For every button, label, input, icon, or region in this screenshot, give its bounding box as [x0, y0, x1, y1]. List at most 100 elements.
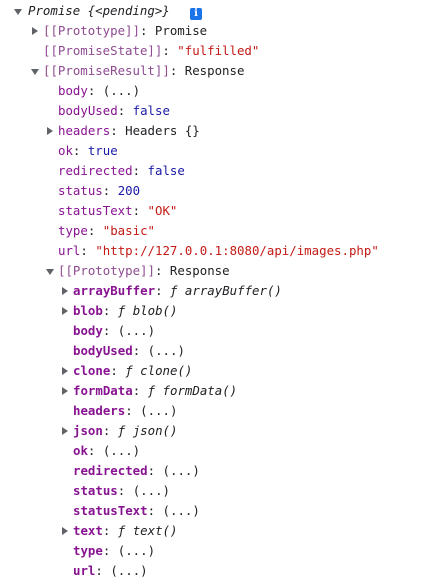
separator: : [117, 483, 133, 498]
proto-value[interactable]: (...) [103, 443, 140, 458]
collapse-arrow-icon[interactable] [60, 521, 70, 541]
info-icon[interactable]: i [186, 1, 202, 21]
proto-value[interactable]: (...) [148, 343, 185, 358]
prototype-value: Response [169, 263, 230, 278]
proto-row-redirected: redirected: (...) [0, 461, 439, 481]
proto-row-status: status: (...) [0, 481, 439, 501]
promise-state-value: "fulfilled" [177, 43, 260, 58]
proto-value[interactable]: (...) [110, 563, 147, 578]
prop-row-status: status: 200 [0, 181, 439, 201]
separator: : [87, 223, 103, 238]
function-icon: ƒ [147, 383, 156, 398]
promise-result-row[interactable]: [[PromiseResult]]: Response [0, 61, 439, 81]
separator: : [102, 543, 118, 558]
separator: : [102, 523, 118, 538]
proto-key: redirected [73, 463, 148, 478]
expand-arrow-icon[interactable] [30, 61, 40, 81]
separator: : [125, 403, 141, 418]
proto-row-arraybuffer[interactable]: arrayBuffer: ƒ arrayBuffer() [0, 281, 439, 301]
proto-row-statustext: statusText: (...) [0, 501, 439, 521]
proto-row-body: body: (...) [0, 321, 439, 341]
separator: : [80, 243, 96, 258]
proto-row-type: type: (...) [0, 541, 439, 561]
prop-value: Headers {} [125, 123, 200, 138]
expand-arrow-icon[interactable] [45, 261, 55, 281]
separator: : [162, 43, 178, 58]
function-icon: ƒ [125, 363, 133, 378]
proto-key: ok [73, 443, 88, 458]
proto-row-url: url: (...) [0, 561, 439, 581]
promise-result-key: [[PromiseResult]] [43, 63, 170, 78]
proto-key: body [73, 323, 103, 338]
proto-value[interactable]: (...) [118, 323, 155, 338]
prop-key: status [58, 183, 103, 198]
proto-row-ok: ok: (...) [0, 441, 439, 461]
expand-arrow-icon[interactable] [13, 1, 23, 21]
promise-root-label: Promise {<pending>} [28, 3, 170, 18]
prop-key: headers [58, 123, 111, 138]
prop-row-headers[interactable]: headers: Headers {} [0, 121, 439, 141]
separator: : [102, 303, 118, 318]
proto-value: blob() [125, 303, 178, 318]
proto-row-text[interactable]: text: ƒ text() [0, 521, 439, 541]
proto-key: blob [73, 303, 103, 318]
separator: : [110, 123, 126, 138]
prop-value[interactable]: (...) [103, 83, 140, 98]
prop-row-statustext: statusText: "OK" [0, 201, 439, 221]
collapse-arrow-icon[interactable] [45, 121, 55, 141]
collapse-arrow-icon[interactable] [60, 381, 70, 401]
collapse-arrow-icon[interactable] [30, 21, 40, 41]
separator: : [87, 443, 103, 458]
proto-row-blob[interactable]: blob: ƒ blob() [0, 301, 439, 321]
proto-value: formData() [155, 383, 238, 398]
separator: : [169, 63, 185, 78]
proto-value[interactable]: (...) [163, 503, 200, 518]
collapse-arrow-icon[interactable] [60, 281, 70, 301]
proto-key: bodyUsed [73, 343, 133, 358]
promise-prototype-row[interactable]: [[Prototype]]: Promise [0, 21, 439, 41]
proto-key: url [73, 563, 96, 578]
prop-value: 200 [117, 183, 141, 198]
separator: : [132, 203, 148, 218]
prop-value: false [147, 163, 185, 178]
prop-value: "OK" [147, 203, 178, 218]
proto-key: arrayBuffer [73, 283, 156, 298]
prototype-key: [[Prototype]] [58, 263, 155, 278]
promise-state-row: [[PromiseState]]: "fulfilled" [0, 41, 439, 61]
separator: : [102, 183, 118, 198]
prop-key: bodyUsed [58, 103, 118, 118]
proto-value[interactable]: (...) [163, 463, 200, 478]
proto-key: statusText [73, 503, 148, 518]
proto-key: clone [73, 363, 111, 378]
proto-key: headers [73, 403, 126, 418]
separator: : [132, 383, 148, 398]
proto-key: text [73, 523, 103, 538]
separator: : [154, 263, 170, 278]
separator: : [147, 463, 163, 478]
response-prototype-row[interactable]: [[Prototype]]: Response [0, 261, 439, 281]
proto-value[interactable]: (...) [140, 403, 177, 418]
proto-value: arrayBuffer() [177, 283, 282, 298]
collapse-arrow-icon[interactable] [60, 301, 70, 321]
collapse-arrow-icon[interactable] [60, 361, 70, 381]
separator: : [132, 343, 148, 358]
promise-result-value: Response [184, 63, 245, 78]
proto-row-formdata[interactable]: formData: ƒ formData() [0, 381, 439, 401]
prop-value: "basic" [102, 223, 155, 238]
prop-key: body [58, 83, 88, 98]
separator: : [72, 143, 88, 158]
prop-row-url: url: "http://127.0.0.1:8080/api/images.p… [0, 241, 439, 261]
proto-row-clone[interactable]: clone: ƒ clone() [0, 361, 439, 381]
promise-state-key: [[PromiseState]] [43, 43, 163, 58]
proto-value[interactable]: (...) [133, 483, 170, 498]
separator: : [117, 103, 133, 118]
proto-row-json[interactable]: json: ƒ json() [0, 421, 439, 441]
prop-row-ok: ok: true [0, 141, 439, 161]
prop-row-body: body: (...) [0, 81, 439, 101]
prop-key: redirected [58, 163, 133, 178]
collapse-arrow-icon[interactable] [60, 421, 70, 441]
promise-root-row[interactable]: Promise {<pending>} i [0, 1, 439, 21]
separator: : [87, 83, 103, 98]
proto-value[interactable]: (...) [118, 543, 155, 558]
prop-key: url [58, 243, 81, 258]
